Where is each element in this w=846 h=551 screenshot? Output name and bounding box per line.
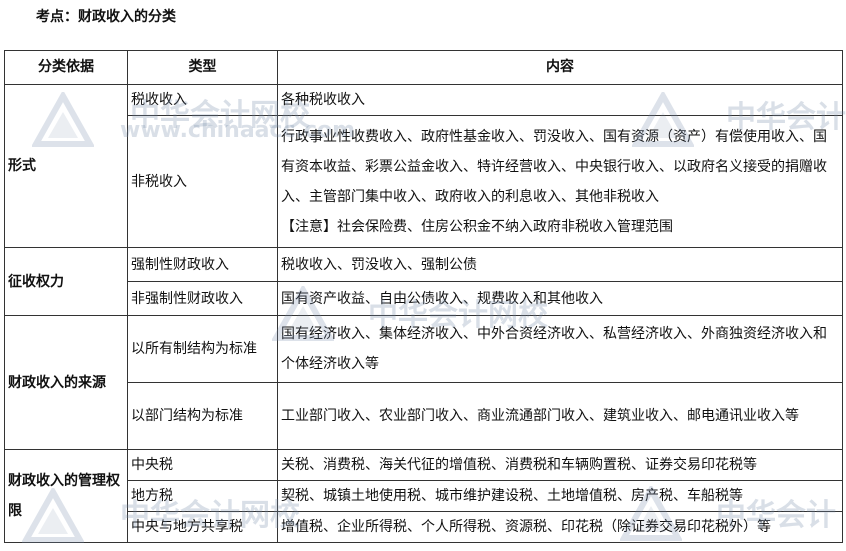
basis-source: 财政收入的来源 — [4, 315, 128, 450]
content-cell: 增值税、企业所得税、个人所得税、资源税、印花税（除证券交易印花税外）等 — [277, 511, 843, 543]
content-cell: 行政事业性收费收入、政府性基金收入、罚没收入、国有资源（资产）有偿使用收入、国有… — [277, 115, 843, 248]
content-cell: 契税、城镇土地使用税、城市维护建设税、土地增值税、房产税、车船税等 — [277, 480, 843, 512]
table-row: 地方税 契税、城镇土地使用税、城市维护建设税、土地增值税、房产税、车船税等 — [5, 480, 843, 512]
content-note: 【注意】社会保险费、住房公积金不纳入政府非税收入管理范围 — [281, 218, 673, 235]
type-cell: 以所有制结构为标准 — [127, 315, 278, 383]
header-content: 内容 — [277, 50, 843, 85]
type-cell: 非强制性财政收入 — [127, 281, 278, 316]
type-cell: 非税收入 — [127, 115, 278, 248]
type-cell: 中央与地方共享税 — [127, 511, 278, 543]
section-title: 考点：财政收入的分类 — [36, 9, 176, 25]
table-row: 形式 税收收入 各种税收收入 — [4, 84, 843, 248]
table-row: 以部门结构为标准 工业部门收入、农业部门收入、商业流通部门收入、建筑业收入、邮电… — [5, 382, 843, 450]
content-text: 行政事业性收费收入、政府性基金收入、罚没收入、国有资源（资产）有偿使用收入、国有… — [281, 128, 827, 205]
revenue-classification-table: 分类依据 类型 内容 形式 税收收入 各种税收收入 非税收入 行政事业性收费收入… — [4, 50, 843, 543]
basis-power: 征收权力 — [4, 247, 128, 316]
basis-form: 形式 — [4, 84, 128, 248]
content-cell: 税收收入、罚没收入、强制公债 — [277, 247, 843, 282]
type-cell: 以部门结构为标准 — [127, 382, 278, 450]
table-row: 非强制性财政收入 国有资产收益、自由公债收入、规费收入和其他收入 — [5, 281, 843, 316]
content-cell: 工业部门收入、农业部门收入、商业流通部门收入、建筑业收入、邮电通讯业收入等 — [277, 382, 843, 450]
table-row: 财政收入的管理权限 中央税 关税、消费税、海关代征的增值税、消费税和车辆购置税、… — [4, 449, 843, 543]
content-cell: 各种税收收入 — [277, 84, 843, 116]
type-cell: 税收收入 — [127, 84, 278, 116]
type-cell: 中央税 — [127, 449, 278, 481]
content-cell: 国有经济收入、集体经济收入、中外合资经济收入、私营经济收入、外商独资经济收入和个… — [277, 315, 843, 383]
header-row: 分类依据 类型 内容 — [4, 50, 843, 85]
content-cell: 关税、消费税、海关代征的增值税、消费税和车辆购置税、证券交易印花税等 — [277, 449, 843, 481]
table-row: 非税收入 行政事业性收费收入、政府性基金收入、罚没收入、国有资源（资产）有偿使用… — [5, 115, 843, 248]
content-cell: 国有资产收益、自由公债收入、规费收入和其他收入 — [277, 281, 843, 316]
type-cell: 地方税 — [127, 480, 278, 512]
header-basis: 分类依据 — [4, 50, 128, 85]
basis-authority: 财政收入的管理权限 — [4, 449, 128, 543]
table-row: 征收权力 强制性财政收入 税收收入、罚没收入、强制公债 — [4, 247, 843, 316]
table-row: 中央与地方共享税 增值税、企业所得税、个人所得税、资源税、印花税（除证券交易印花… — [5, 511, 843, 543]
header-type: 类型 — [127, 50, 278, 85]
table-row: 财政收入的来源 以所有制结构为标准 国有经济收入、集体经济收入、中外合资经济收入… — [4, 315, 843, 450]
type-cell: 强制性财政收入 — [127, 247, 278, 282]
